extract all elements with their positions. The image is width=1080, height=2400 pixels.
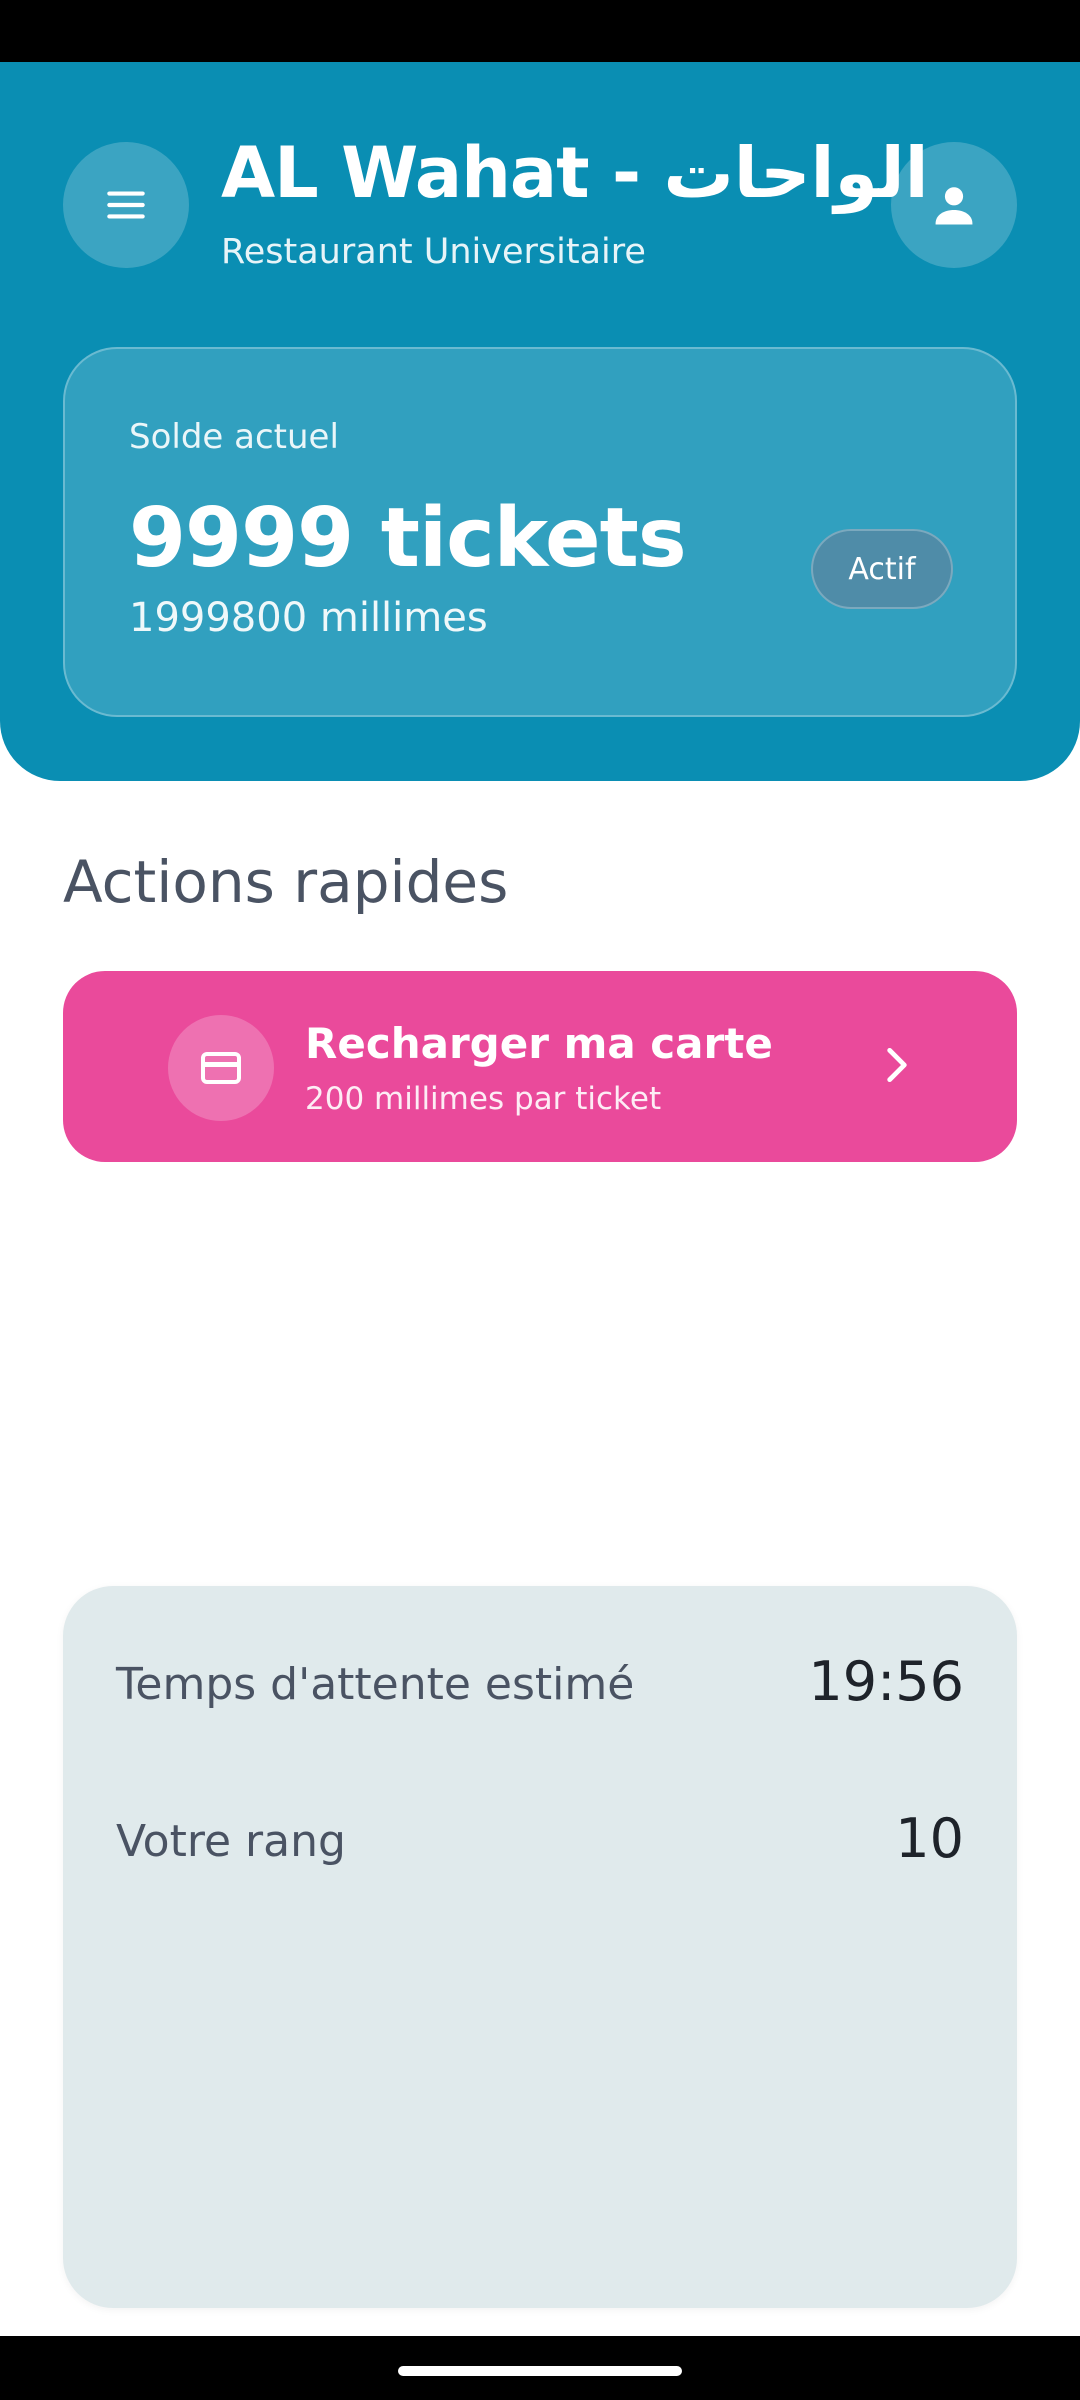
menu-button[interactable]: [63, 142, 189, 268]
home-indicator[interactable]: [398, 2366, 682, 2376]
status-bar: [0, 0, 1080, 62]
recharge-card-button[interactable]: Recharger ma carte 200 millimes par tick…: [63, 971, 1017, 1162]
rank-label: Votre rang: [116, 1816, 346, 1867]
app-title: AL Wahat - الواحات: [221, 132, 930, 214]
header: AL Wahat - الواحات Restaurant Universita…: [0, 62, 1080, 781]
balance-tickets: 9999 tickets: [129, 491, 687, 586]
balance-card: Solde actuel 9999 tickets 1999800 millim…: [63, 347, 1017, 717]
hamburger-menu-icon: [107, 191, 145, 219]
balance-millimes: 1999800 millimes: [129, 595, 488, 641]
app-subtitle: Restaurant Universitaire: [221, 232, 646, 272]
wait-time-label: Temps d'attente estimé: [116, 1659, 635, 1710]
person-icon: [935, 187, 973, 225]
section-title: Actions rapides: [63, 848, 509, 916]
credit-card-icon: [201, 1052, 241, 1084]
queue-card: Temps d'attente estimé 19:56 Votre rang …: [63, 1586, 1017, 2308]
recharge-icon-container: [168, 1015, 274, 1121]
rank-value: 10: [895, 1807, 964, 1870]
wait-time-value: 19:56: [808, 1650, 964, 1713]
recharge-subtitle: 200 millimes par ticket: [305, 1081, 662, 1117]
recharge-title: Recharger ma carte: [305, 1019, 773, 1068]
balance-label: Solde actuel: [129, 417, 339, 457]
profile-button[interactable]: [891, 142, 1017, 268]
status-badge: Actif: [811, 529, 953, 609]
chevron-right-icon: [861, 1029, 933, 1101]
